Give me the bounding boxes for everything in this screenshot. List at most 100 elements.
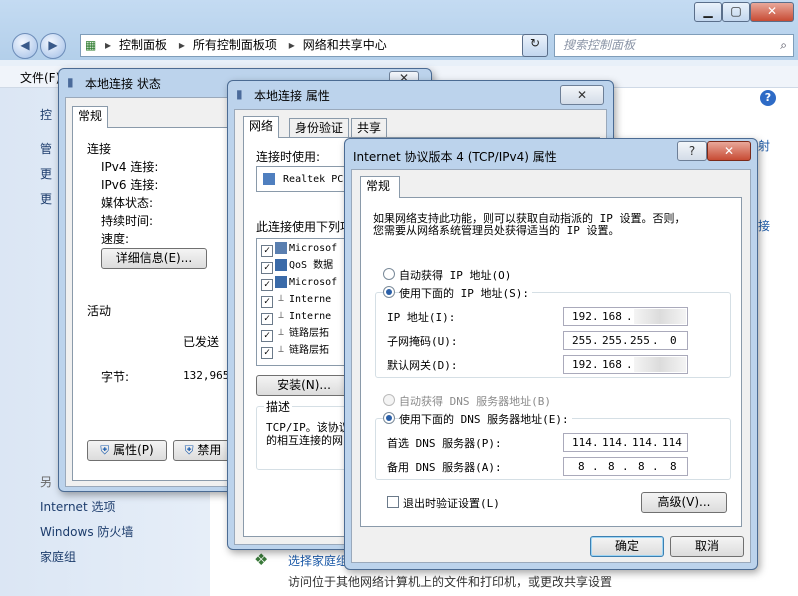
ok-button[interactable]: 确定: [590, 536, 664, 557]
link-internet-options[interactable]: Internet 选项: [40, 498, 115, 515]
field-label: 持续时间:: [101, 214, 154, 228]
manual-dns-label: 使用下面的 DNS 服务器地址(E):: [399, 411, 572, 427]
description-line: 的相互连接的网: [266, 434, 343, 447]
maximize-button[interactable]: ▢: [722, 2, 750, 22]
checkbox[interactable]: ✓: [261, 245, 273, 257]
manual-dns-radio[interactable]: [383, 412, 395, 424]
list-item[interactable]: ✓ ⊥ Interne: [261, 308, 331, 325]
disable-button[interactable]: ⛨ 禁用: [173, 440, 233, 461]
address-bar[interactable]: ▦ ▸控制面板 ▸所有控制面板项 ▸网络和共享中心 ▼: [80, 34, 546, 57]
link-homegroup[interactable]: 家庭组: [40, 548, 76, 565]
ip-address-field[interactable]: 192. 168.: [563, 307, 688, 326]
close-button[interactable]: ✕: [750, 2, 794, 22]
tab-sharing[interactable]: 共享: [351, 118, 388, 138]
forward-button[interactable]: ▶: [40, 33, 66, 59]
section-activity: 活动: [87, 304, 112, 318]
left-item-partial[interactable]: 控: [40, 106, 52, 123]
octet: 192: [572, 358, 592, 371]
close-button[interactable]: ✕: [707, 141, 751, 161]
cancel-button[interactable]: 取消: [670, 536, 744, 557]
checkbox[interactable]: ✓: [261, 330, 273, 342]
list-item[interactable]: ✓ ⊥ Interne: [261, 291, 331, 308]
bytes-label: 字节:: [101, 370, 130, 384]
auto-dns-radio[interactable]: [383, 394, 395, 406]
octet: 192: [572, 310, 592, 323]
default-gateway-field[interactable]: 192. 168.: [563, 355, 688, 374]
checkbox[interactable]: ✓: [261, 296, 273, 308]
protocol-icon: ⊥: [277, 344, 285, 355]
refresh-button[interactable]: ↻: [522, 34, 548, 57]
auto-ip-radio[interactable]: [383, 268, 395, 280]
control-panel-icon: ▦: [85, 38, 97, 52]
octet: 255: [630, 334, 650, 347]
close-button[interactable]: ✕: [560, 85, 604, 105]
list-item[interactable]: ✓ ⊥ 链路层拓: [261, 325, 329, 342]
field-label: 媒体状态:: [101, 196, 154, 210]
tab-authentication[interactable]: 身份验证: [289, 118, 350, 138]
breadcrumb-item[interactable]: 控制面板: [119, 38, 167, 52]
search-icon[interactable]: ⌕: [780, 35, 787, 56]
checkbox[interactable]: ✓: [261, 347, 273, 359]
manual-ip-radio[interactable]: [383, 286, 395, 298]
help-button[interactable]: ?: [677, 141, 707, 161]
connect-using-label: 连接时使用:: [256, 150, 321, 164]
octet: 8: [670, 460, 677, 473]
subnet-mask-field[interactable]: 255. 255. 255. 0: [563, 331, 688, 350]
octet: 168: [602, 358, 622, 371]
tab-general[interactable]: 常规: [72, 106, 109, 128]
general-panel: 如果网络支持此功能，则可以获取自动指派的 IP 设置。否则， 您需要从网络系统管…: [360, 197, 742, 527]
checkbox[interactable]: ✓: [261, 262, 273, 274]
right-link-partial[interactable]: 接: [758, 217, 770, 234]
properties-button[interactable]: ⛨ 属性(P): [87, 440, 167, 461]
minimize-button[interactable]: ▁: [694, 2, 722, 22]
search-input[interactable]: 搜索控制面板 ⌕: [554, 34, 794, 57]
left-item-partial[interactable]: 管: [40, 140, 52, 157]
link-choose-homegroup[interactable]: 选择家庭组: [288, 552, 348, 569]
left-item-partial[interactable]: 更: [40, 190, 52, 207]
service-icon: [275, 276, 287, 288]
subnet-mask-label: 子网掩码(U):: [387, 335, 458, 348]
list-item[interactable]: ✓ ⊥ 链路层拓: [261, 342, 329, 359]
breadcrumb-item[interactable]: 网络和共享中心: [303, 38, 387, 52]
item-label: Microsof: [289, 243, 338, 254]
preferred-dns-field[interactable]: 114. 114. 114. 114: [563, 433, 688, 452]
checkbox[interactable]: ✓: [261, 313, 273, 325]
redacted-octets: [634, 309, 686, 324]
menu-file[interactable]: 文件(F): [20, 69, 60, 86]
tab-network[interactable]: 网络: [243, 116, 280, 138]
list-item[interactable]: ✓ QoS 数据: [261, 257, 333, 274]
items-label: 此连接使用下列项: [256, 220, 353, 234]
alternate-dns-field[interactable]: 8. 8. 8. 8: [563, 457, 688, 476]
sent-label: 已发送: [183, 335, 220, 349]
item-label: Interne: [289, 311, 332, 322]
list-item[interactable]: ✓ Microsof: [261, 240, 337, 257]
validate-checkbox[interactable]: [387, 496, 399, 508]
details-button[interactable]: 详细信息(E)...: [101, 248, 207, 269]
protocol-icon: ⊥: [277, 327, 285, 338]
tab-general[interactable]: 常规: [360, 176, 400, 198]
preferred-dns-label: 首选 DNS 服务器(P):: [387, 437, 502, 450]
item-label: 链路层拓: [289, 328, 329, 339]
field-label: IPv4 连接:: [101, 160, 159, 174]
dialog-title: Internet 协议版本 4 (TCP/IPv4) 属性: [353, 150, 557, 164]
octet: 114: [602, 436, 622, 449]
back-button[interactable]: ◀: [12, 33, 38, 59]
link-windows-firewall[interactable]: Windows 防火墙: [40, 523, 133, 540]
octet: 168: [602, 310, 622, 323]
validate-label: 退出时验证设置(L): [403, 497, 500, 510]
install-button[interactable]: 安装(N)...: [256, 375, 352, 396]
checkbox[interactable]: ✓: [261, 279, 273, 291]
network-adapter-icon: ▮: [67, 75, 74, 89]
right-link-partial[interactable]: 射: [758, 137, 770, 154]
advanced-button[interactable]: 高级(V)...: [641, 492, 727, 513]
client-icon: [275, 242, 287, 254]
left-item-partial[interactable]: 更: [40, 165, 52, 182]
description-header: 描述: [264, 398, 293, 415]
list-item[interactable]: ✓ Microsof: [261, 274, 337, 291]
breadcrumb-item[interactable]: 所有控制面板项: [193, 38, 277, 52]
intro-text: 您需要从网络系统管理员处获得适当的 IP 设置。: [373, 224, 620, 237]
help-icon[interactable]: ?: [760, 90, 776, 106]
adapter-label: Realtek PC: [283, 174, 344, 185]
ip-address-label: IP 地址(I):: [387, 311, 456, 324]
dialog-body: 常规 如果网络支持此功能，则可以获取自动指派的 IP 设置。否则， 您需要从网络…: [351, 169, 751, 563]
